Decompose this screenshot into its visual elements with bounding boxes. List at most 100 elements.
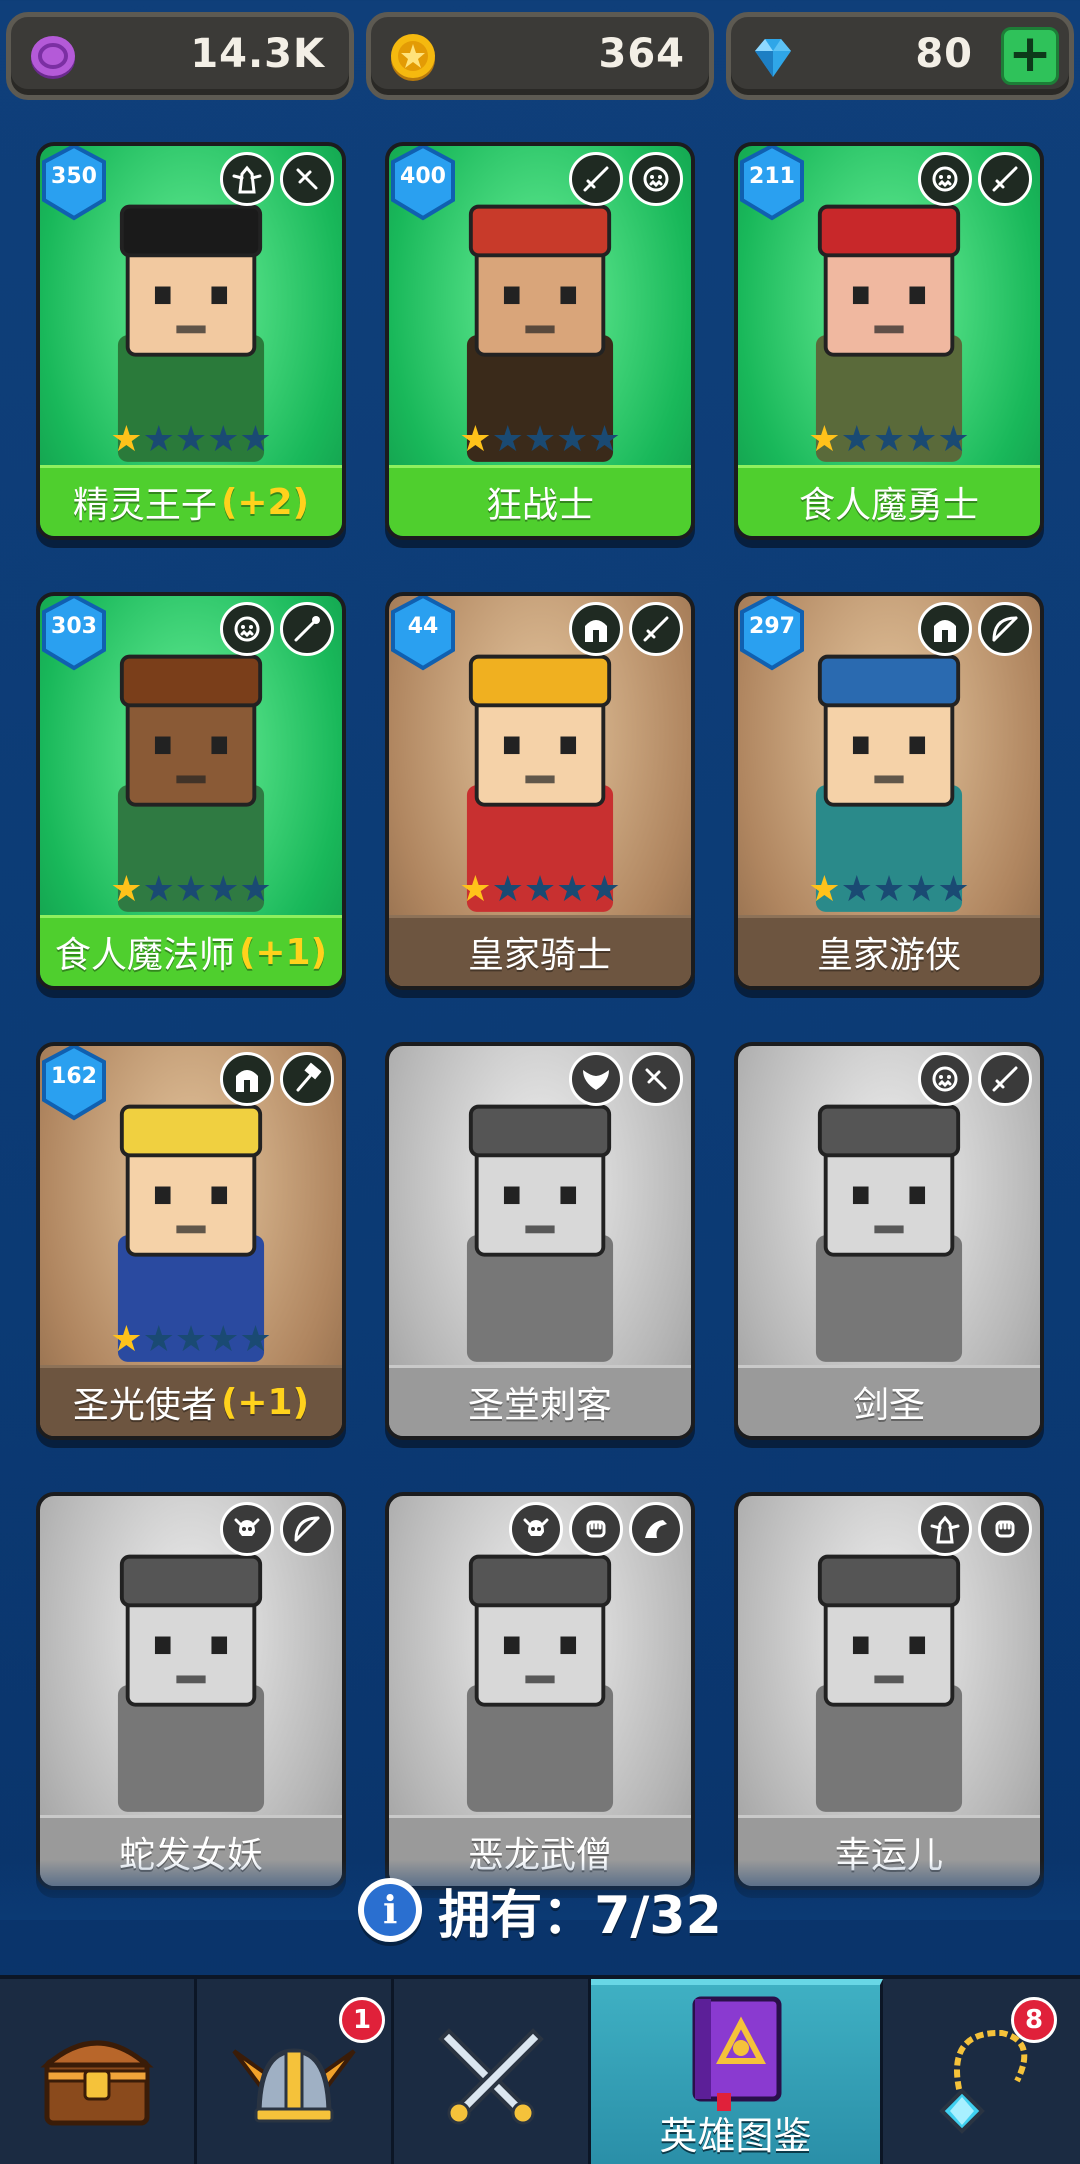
add-gems-button[interactable]: +: [1001, 27, 1059, 85]
currency-bar: 14.3K 364 80 +: [0, 0, 1080, 110]
staff-icon: [280, 602, 334, 656]
hero-level-badge: 400: [389, 146, 459, 222]
hero-level-badge: 211: [738, 146, 808, 222]
notification-badge-equipment: 8: [1011, 1997, 1057, 2043]
star-empty-icon: ★: [937, 419, 970, 460]
nav-label-hero-book: 英雄图鉴: [659, 2114, 812, 2158]
hero-card[interactable]: 297 ★★★★★ 皇家游侠: [734, 592, 1044, 990]
star-empty-icon: ★: [905, 419, 938, 460]
star-empty-icon: ★: [872, 419, 906, 460]
nav-item-battle[interactable]: [394, 1979, 591, 2164]
star-empty-icon: ★: [588, 419, 621, 460]
helmet-icon: [220, 1052, 274, 1106]
hero-name: 圣堂刺客: [467, 1385, 612, 1426]
hero-level-value: 44: [407, 614, 439, 639]
nav-item-equipment[interactable]: 8: [883, 1979, 1080, 2164]
nav-item-heroes[interactable]: 1: [197, 1979, 394, 2164]
star-empty-icon: ★: [523, 869, 557, 910]
hero-star-rating: ★★★★★: [389, 422, 691, 458]
helmet-icon: [569, 602, 623, 656]
star-empty-icon: ★: [174, 1319, 208, 1360]
star-empty-icon: ★: [207, 419, 240, 460]
info-icon[interactable]: i: [358, 1878, 423, 1942]
hero-class-badges: [220, 152, 334, 206]
hero-bonus: (+1): [220, 1381, 310, 1423]
hero-card[interactable]: 303 ★★★★★ 食人魔法师 (+1): [36, 592, 346, 990]
hero-class-badges: [918, 1502, 1032, 1556]
owned-count-text: 拥有：7/32: [438, 1885, 722, 1946]
hero-card[interactable]: 162 ★★★★★ 圣光使者 (+1): [36, 1042, 346, 1440]
star-filled-icon: ★: [459, 419, 492, 460]
hero-level-badge: 162: [40, 1046, 110, 1122]
nav-item-chests[interactable]: [0, 1979, 197, 2164]
hammer-icon: [280, 1052, 334, 1106]
hero-name: 精灵王子: [72, 485, 217, 526]
hero-card[interactable]: 400 ★★★★★ 狂战士: [385, 142, 695, 540]
star-empty-icon: ★: [491, 419, 524, 460]
hero-class-badges: [918, 152, 1032, 206]
hero-level-badge: 303: [40, 596, 110, 672]
gem-icon: [755, 39, 791, 77]
nav-item-hero-book[interactable]: 英雄图鉴: [591, 1979, 883, 2164]
hero-star-rating: ★★★★★: [738, 422, 1040, 458]
hero-level-badge: 350: [40, 146, 110, 222]
hero-book-icon: [692, 1996, 781, 2111]
star-empty-icon: ★: [207, 1319, 240, 1360]
hero-card[interactable]: 蛇发女妖: [36, 1492, 346, 1890]
hero-card[interactable]: 恶龙武僧: [385, 1492, 695, 1890]
notification-badge-heroes: 1: [339, 1997, 385, 2043]
hero-name-bar: 狂战士: [389, 465, 691, 536]
hero-level-value: 400: [400, 164, 446, 189]
hero-level-badge: 297: [738, 596, 808, 672]
star-empty-icon: ★: [174, 419, 208, 460]
dagger-icon: [629, 1052, 683, 1106]
elf-class-icon: [220, 152, 274, 206]
star-filled-icon: ★: [110, 1319, 143, 1360]
gem-currency-pill[interactable]: 80 +: [726, 12, 1074, 100]
star-empty-icon: ★: [142, 419, 175, 460]
hero-card[interactable]: 211 ★★★★★ 食人魔勇士: [734, 142, 1044, 540]
bow-icon: [280, 1502, 334, 1556]
star-filled-icon: ★: [459, 869, 492, 910]
star-empty-icon: ★: [840, 419, 873, 460]
hero-class-badges: [918, 602, 1032, 656]
purple-coin-icon: [31, 36, 75, 79]
hero-bonus: (+1): [238, 931, 328, 973]
viking-helmet-icon: [232, 2048, 356, 2123]
hero-card[interactable]: 幸运儿: [734, 1492, 1044, 1890]
hero-card[interactable]: 圣堂刺客: [385, 1042, 695, 1440]
hero-star-rating: ★★★★★: [389, 872, 691, 908]
hero-name: 皇家游侠: [816, 935, 961, 976]
hero-class-badges: [569, 152, 683, 206]
hero-card[interactable]: 剑圣: [734, 1042, 1044, 1440]
skull-class-icon: [220, 1502, 274, 1556]
hero-level-value: 211: [749, 164, 795, 189]
hero-name: 食人魔勇士: [798, 485, 979, 526]
gold-currency-pill[interactable]: 364: [366, 12, 714, 100]
star-filled-icon: ★: [110, 419, 143, 460]
hero-name-bar: 食人魔勇士: [738, 465, 1040, 536]
sword-icon: [629, 602, 683, 656]
hero-star-rating: ★★★★★: [40, 872, 342, 908]
star-empty-icon: ★: [905, 869, 938, 910]
hero-name: 狂战士: [485, 485, 594, 526]
purple-currency-pill[interactable]: 14.3K: [6, 12, 354, 100]
hero-card[interactable]: 350 ★★★★★ 精灵王子 (+2): [36, 142, 346, 540]
hero-star-rating: ★★★★★: [40, 1322, 342, 1358]
star-empty-icon: ★: [523, 419, 557, 460]
orc-class-icon: [220, 602, 274, 656]
star-empty-icon: ★: [142, 869, 175, 910]
dragon-icon: [629, 1502, 683, 1556]
hero-name-bar: 食人魔法师 (+1): [40, 915, 342, 986]
gold-currency-value: 364: [598, 31, 685, 77]
hero-level-badge: 44: [389, 596, 459, 672]
sword-icon: [978, 1052, 1032, 1106]
hero-name: 剑圣: [852, 1385, 925, 1426]
star-empty-icon: ★: [491, 869, 524, 910]
hero-class-badges: [509, 1502, 683, 1556]
sword-icon: [569, 152, 623, 206]
star-empty-icon: ★: [840, 869, 873, 910]
hero-level-value: 350: [51, 164, 97, 189]
hero-class-badges: [220, 602, 334, 656]
hero-card[interactable]: 44 ★★★★★ 皇家骑士: [385, 592, 695, 990]
